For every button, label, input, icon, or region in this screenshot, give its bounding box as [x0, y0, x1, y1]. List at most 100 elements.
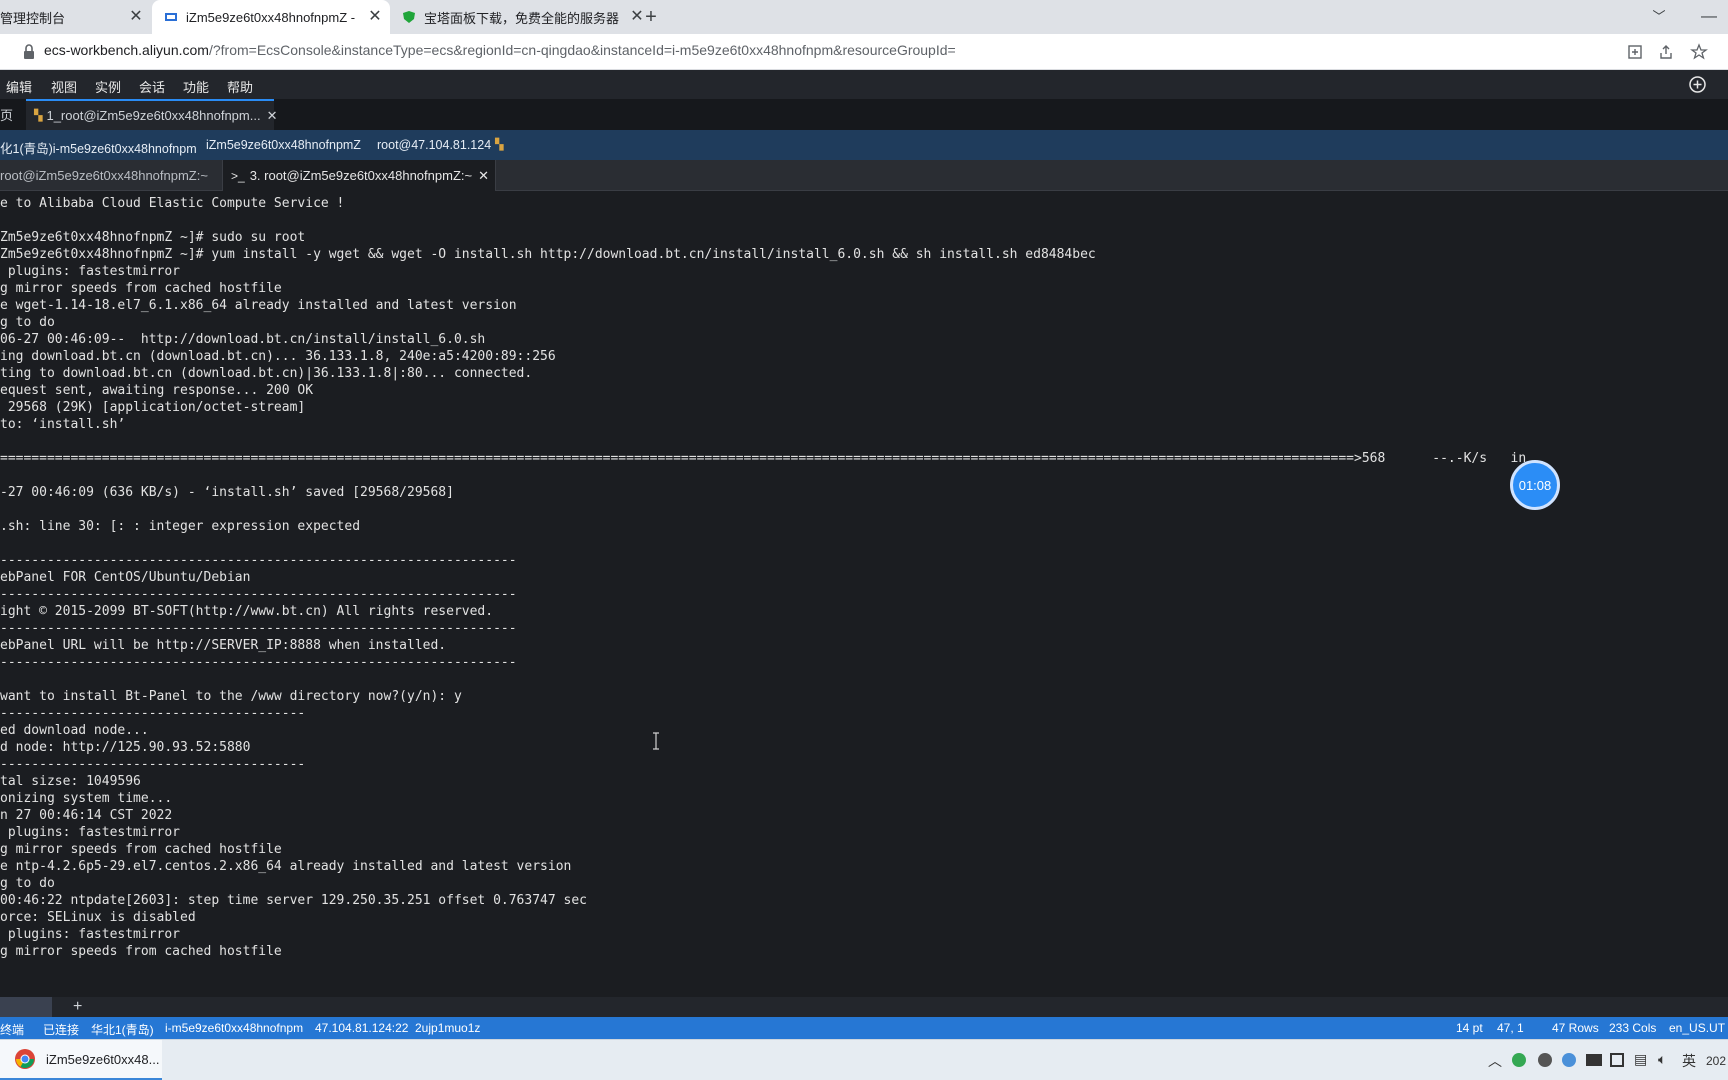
browser-tab-title: 宝塔面板下载，免费全能的服务器: [424, 10, 620, 26]
terminal-line: ---------------------------------------: [0, 757, 306, 772]
terminal-line: equest sent, awaiting response... 200 OK: [0, 383, 314, 398]
terminal-line: e to Alibaba Cloud Elastic Compute Servi…: [0, 196, 345, 211]
tray-app-icon[interactable]: [1562, 1053, 1576, 1067]
terminal-line: ----------------------------------------…: [0, 553, 517, 568]
text-cursor-icon: [653, 732, 659, 750]
terminal-line: g mirror speeds from cached hostfile: [0, 281, 282, 296]
tab-terminal-1[interactable]: root@iZm5e9ze6t0xx48hnofnpmZ:~: [0, 160, 222, 191]
browser-tab-title: iZm5e9ze6t0xx48hnofnpmZ -: [186, 9, 356, 25]
terminal-line: 00:46:22 ntpdate[2603]: step time server…: [0, 893, 587, 908]
tab-label: root@iZm5e9ze6t0xx48hnofnpmZ:~: [0, 168, 208, 183]
terminal-icon: ▚: [34, 110, 43, 122]
recording-timer[interactable]: 01:08: [1510, 460, 1560, 510]
terminal-line: ----------------------------------------…: [0, 621, 517, 636]
workbench-menubar: 编辑 视图 实例 会话 功能 帮助: [0, 70, 1728, 99]
terminal-line: orce: SELinux is disabled: [0, 910, 196, 925]
status-font-size[interactable]: 14 pt: [1456, 1021, 1483, 1035]
terminal-line: ========================================…: [0, 451, 1527, 466]
status-rows: 47 Rows: [1552, 1021, 1599, 1035]
tray-app-icon[interactable]: [1538, 1053, 1552, 1067]
volume-icon[interactable]: 🔈︎: [1658, 1051, 1666, 1068]
menu-instance[interactable]: 实例: [95, 77, 121, 96]
instance-region-id: 化1(青岛)i-m5e9ze6t0xx48hnofnpm: [0, 142, 197, 156]
add-session-button[interactable]: +: [73, 998, 82, 1016]
display-icon[interactable]: [1610, 1053, 1624, 1067]
terminal-line: g to do: [0, 876, 55, 891]
terminal-line: plugins: fastestmirror: [0, 264, 181, 279]
tab-terminal-3[interactable]: >_ 3. root@iZm5e9ze6t0xx48hnofnpmZ:~ ✕: [222, 160, 496, 191]
menu-help[interactable]: 帮助: [227, 77, 253, 96]
chevron-down-icon[interactable]: ﹀: [1650, 8, 1668, 26]
tab-label: 3. root@iZm5e9ze6t0xx48hnofnpmZ:~: [249, 168, 473, 183]
terminal-scroll-strip: +: [0, 997, 1728, 1017]
browser-tab-workbench[interactable]: iZm5e9ze6t0xx48hnofnpmZ -: [152, 0, 390, 34]
terminal-line: Zm5e9ze6t0xx48hnofnpmZ ~]# yum install -…: [0, 247, 1096, 262]
terminal-line: want to install Bt-Panel to the /www dir…: [0, 689, 462, 704]
terminal-line: g mirror speeds from cached hostfile: [0, 944, 282, 959]
close-icon[interactable]: ✕: [267, 108, 278, 124]
new-tab-button[interactable]: +: [642, 7, 660, 27]
ime-indicator[interactable]: 英: [1682, 1051, 1696, 1071]
address-bar[interactable]: ecs-workbench.aliyun.com/?from=EcsConsol…: [44, 42, 956, 58]
terminal-line: -27 00:46:09 (636 KB/s) - ‘install.sh’ s…: [0, 485, 454, 500]
menu-function[interactable]: 功能: [183, 77, 209, 96]
tab-label: 1_root@iZm5e9ze6t0xx48hnofnpm...: [46, 108, 261, 123]
menu-session[interactable]: 会话: [139, 77, 165, 96]
terminal-line: .sh: line 30: [: : integer expression ex…: [0, 519, 361, 534]
taskbar-chrome-window[interactable]: iZm5e9ze6t0xx48...: [0, 1040, 162, 1080]
chevron-up-icon[interactable]: ︿: [1488, 1051, 1502, 1071]
baota-shield-icon: [403, 11, 415, 23]
status-cursor: 47, 1: [1497, 1021, 1524, 1035]
minimize-icon[interactable]: —: [1700, 8, 1718, 26]
close-icon[interactable]: ✕: [366, 8, 384, 26]
instance-hostname: iZm5e9ze6t0xx48hnofnpmZ: [206, 138, 361, 152]
browser-tab-title: 管理控制台: [0, 10, 66, 26]
terminal-tabs: root@iZm5e9ze6t0xx48hnofnpmZ:~ >_ 3. roo…: [0, 160, 1728, 191]
terminal-output[interactable]: e to Alibaba Cloud Elastic Compute Servi…: [0, 191, 1728, 997]
tab-home[interactable]: 页: [0, 99, 26, 130]
menu-view[interactable]: 视图: [51, 77, 77, 96]
terminal-line: onizing system time...: [0, 791, 173, 806]
tab-root-session[interactable]: ▚ 1_root@iZm5e9ze6t0xx48hnofnpm... ✕: [26, 99, 277, 130]
workbench-favicon-icon: [165, 13, 177, 21]
terminal-line: ----------------------------------------…: [0, 587, 517, 602]
share-icon[interactable]: [1657, 43, 1675, 61]
status-cols: 233 Cols: [1609, 1021, 1657, 1035]
star-icon[interactable]: [1690, 43, 1708, 61]
terminal-line: g mirror speeds from cached hostfile: [0, 842, 282, 857]
clock[interactable]: 202: [1706, 1054, 1726, 1068]
status-terminal: 终端: [0, 1023, 25, 1037]
menu-edit[interactable]: 编辑: [6, 77, 32, 96]
terminal-line: n 27 00:46:14 CST 2022: [0, 808, 173, 823]
terminal-line: Zm5e9ze6t0xx48hnofnpmZ ~]# sudo su root: [0, 230, 306, 245]
taskbar-app-title: iZm5e9ze6t0xx48...: [46, 1051, 160, 1067]
terminal-line: ting to download.bt.cn (download.bt.cn)|…: [0, 366, 533, 381]
workbench-session-tabs: 页 ▚ 1_root@iZm5e9ze6t0xx48hnofnpm... ✕: [0, 99, 1728, 130]
status-locale: en_US.UT: [1669, 1021, 1726, 1035]
lock-icon[interactable]: [20, 43, 38, 61]
terminal-line: e wget-1.14-18.el7_6.1.x86_64 already in…: [0, 298, 517, 313]
terminal-line: 06-27 00:46:09-- http://download.bt.cn/i…: [0, 332, 486, 347]
terminal-line: plugins: fastestmirror: [0, 927, 181, 942]
browser-tab-baota[interactable]: 宝塔面板下载，免费全能的服务器: [396, 0, 628, 34]
terminal-line: e ntp-4.2.6p5-29.el7.centos.2.x86_64 alr…: [0, 859, 572, 874]
status-ip: 47.104.81.124:22: [315, 1021, 409, 1035]
wechat-tray-icon[interactable]: [1512, 1053, 1526, 1067]
terminal-line: g to do: [0, 315, 55, 330]
scroll-thumb[interactable]: [0, 997, 52, 1017]
install-app-icon[interactable]: [1626, 43, 1644, 61]
instance-login: root@47.104.81.124: [377, 138, 492, 152]
status-instance: i-m5e9ze6t0xx48hnofnpm: [165, 1021, 304, 1035]
terminal-line: plugins: fastestmirror: [0, 825, 181, 840]
battery-icon[interactable]: [1586, 1054, 1602, 1066]
chrome-icon: [15, 1049, 35, 1069]
close-icon[interactable]: ✕: [478, 168, 489, 184]
add-circle-icon[interactable]: [1689, 76, 1706, 93]
browser-tab-console[interactable]: 管理控制台: [0, 0, 146, 34]
status-connected: 已连接: [43, 1023, 80, 1037]
terminal-line: ebPanel FOR CentOS/Ubuntu/Debian: [0, 570, 251, 585]
network-icon[interactable]: ▤: [1634, 1051, 1647, 1068]
close-icon[interactable]: ✕: [127, 8, 145, 26]
status-session: 2ujp1muo1z: [415, 1021, 481, 1035]
terminal-line: tal sizse: 1049596: [0, 774, 141, 789]
